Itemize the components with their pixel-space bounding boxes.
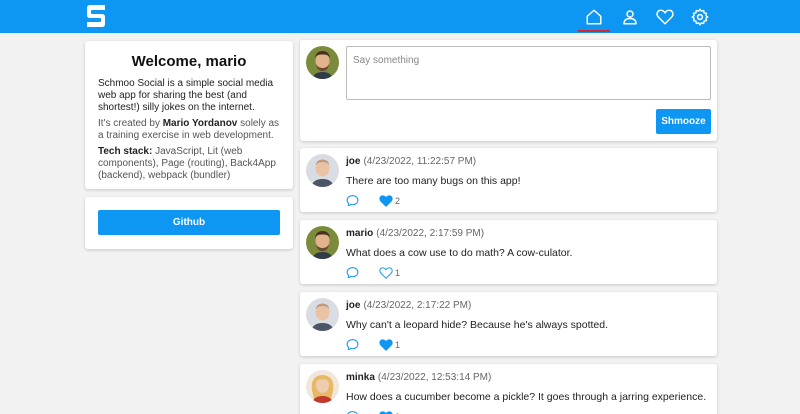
comment-icon[interactable] bbox=[346, 194, 359, 207]
avatar bbox=[306, 226, 339, 259]
post-card: joe (4/23/2022, 11:22:57 PM) There are to… bbox=[300, 148, 717, 212]
post-text: Why can't a leopard hide? Because he's a… bbox=[346, 319, 608, 331]
post-username[interactable]: mario bbox=[346, 228, 373, 239]
nav-settings-button[interactable] bbox=[684, 0, 716, 33]
user-icon bbox=[623, 9, 637, 24]
post-text: There are too many bugs on this app! bbox=[346, 175, 521, 187]
heart-filled-icon[interactable] bbox=[379, 410, 393, 414]
active-tab-indicator bbox=[578, 30, 610, 32]
post-username[interactable]: joe bbox=[346, 156, 360, 167]
top-navbar bbox=[0, 0, 800, 33]
avatar bbox=[306, 154, 339, 187]
post-timestamp: (4/23/2022, 2:17:59 PM) bbox=[376, 228, 485, 239]
author-prefix: It's created by bbox=[98, 118, 163, 129]
post-composer: Shmooze bbox=[300, 40, 717, 141]
post-actions: 1 bbox=[346, 338, 400, 351]
app-description: Schmoo Social is a simple social media w… bbox=[98, 78, 274, 113]
like-count: 2 bbox=[395, 195, 401, 206]
post-actions: 1 bbox=[346, 266, 400, 279]
post-card: minka (4/23/2022, 12:53:14 PM) How does a… bbox=[300, 364, 717, 414]
heart-filled-icon[interactable] bbox=[379, 338, 393, 351]
tech-stack-label: Tech stack: bbox=[98, 146, 153, 157]
post-input[interactable] bbox=[346, 46, 711, 100]
post-meta: mario (4/23/2022, 2:17:59 PM) bbox=[346, 228, 484, 239]
post-meta: minka (4/23/2022, 12:53:14 PM) bbox=[346, 372, 491, 383]
like-count: 1 bbox=[395, 339, 401, 350]
post-actions: 2 bbox=[346, 410, 400, 414]
comment-icon[interactable] bbox=[346, 410, 359, 414]
post-timestamp: (4/23/2022, 12:53:14 PM) bbox=[377, 372, 492, 383]
post-card: mario (4/23/2022, 2:17:59 PM) What does a… bbox=[300, 220, 717, 284]
nav-home-button[interactable] bbox=[578, 0, 610, 33]
post-card: joe (4/23/2022, 2:17:22 PM) Why can't a l… bbox=[300, 292, 717, 356]
post-username[interactable]: minka bbox=[346, 372, 375, 383]
avatar bbox=[306, 370, 339, 403]
tech-stack: Tech stack: JavaScript, Lit (web compone… bbox=[98, 146, 280, 182]
post-text: How does a cucumber become a pickle? It … bbox=[346, 391, 707, 403]
post-username[interactable]: joe bbox=[346, 300, 360, 311]
comment-icon[interactable] bbox=[346, 338, 359, 351]
post-text: What does a cow use to do math? A cow-cu… bbox=[346, 247, 573, 259]
author-name: Mario Yordanov bbox=[162, 118, 238, 129]
post-meta: joe (4/23/2022, 11:22:57 PM) bbox=[346, 156, 476, 167]
welcome-card: Welcome, mario Schmoo Social is a simple… bbox=[85, 41, 293, 189]
post-meta: joe (4/23/2022, 2:17:22 PM) bbox=[346, 300, 471, 311]
heart-icon bbox=[656, 9, 674, 24]
like-count: 1 bbox=[395, 267, 401, 278]
post-timestamp: (4/23/2022, 2:17:22 PM) bbox=[363, 300, 472, 311]
gear-icon bbox=[691, 7, 709, 26]
author-info: It's created by Mario Yordanov solely as… bbox=[98, 118, 280, 142]
heart-outline-icon[interactable] bbox=[379, 266, 393, 279]
shmooze-button[interactable]: Shmooze bbox=[656, 109, 711, 134]
schmoo-logo-icon[interactable] bbox=[84, 4, 108, 28]
comment-icon[interactable] bbox=[346, 266, 359, 279]
github-card: Github bbox=[85, 197, 293, 249]
github-button[interactable]: Github bbox=[98, 210, 280, 235]
avatar bbox=[306, 298, 339, 331]
nav-profile-button[interactable] bbox=[614, 0, 646, 33]
post-actions: 2 bbox=[346, 194, 400, 207]
nav-likes-button[interactable] bbox=[649, 0, 681, 33]
welcome-title: Welcome, mario bbox=[131, 53, 247, 70]
post-timestamp: (4/23/2022, 11:22:57 PM) bbox=[363, 156, 477, 167]
home-icon bbox=[586, 9, 602, 24]
heart-filled-icon[interactable] bbox=[379, 194, 393, 207]
avatar bbox=[306, 46, 339, 79]
